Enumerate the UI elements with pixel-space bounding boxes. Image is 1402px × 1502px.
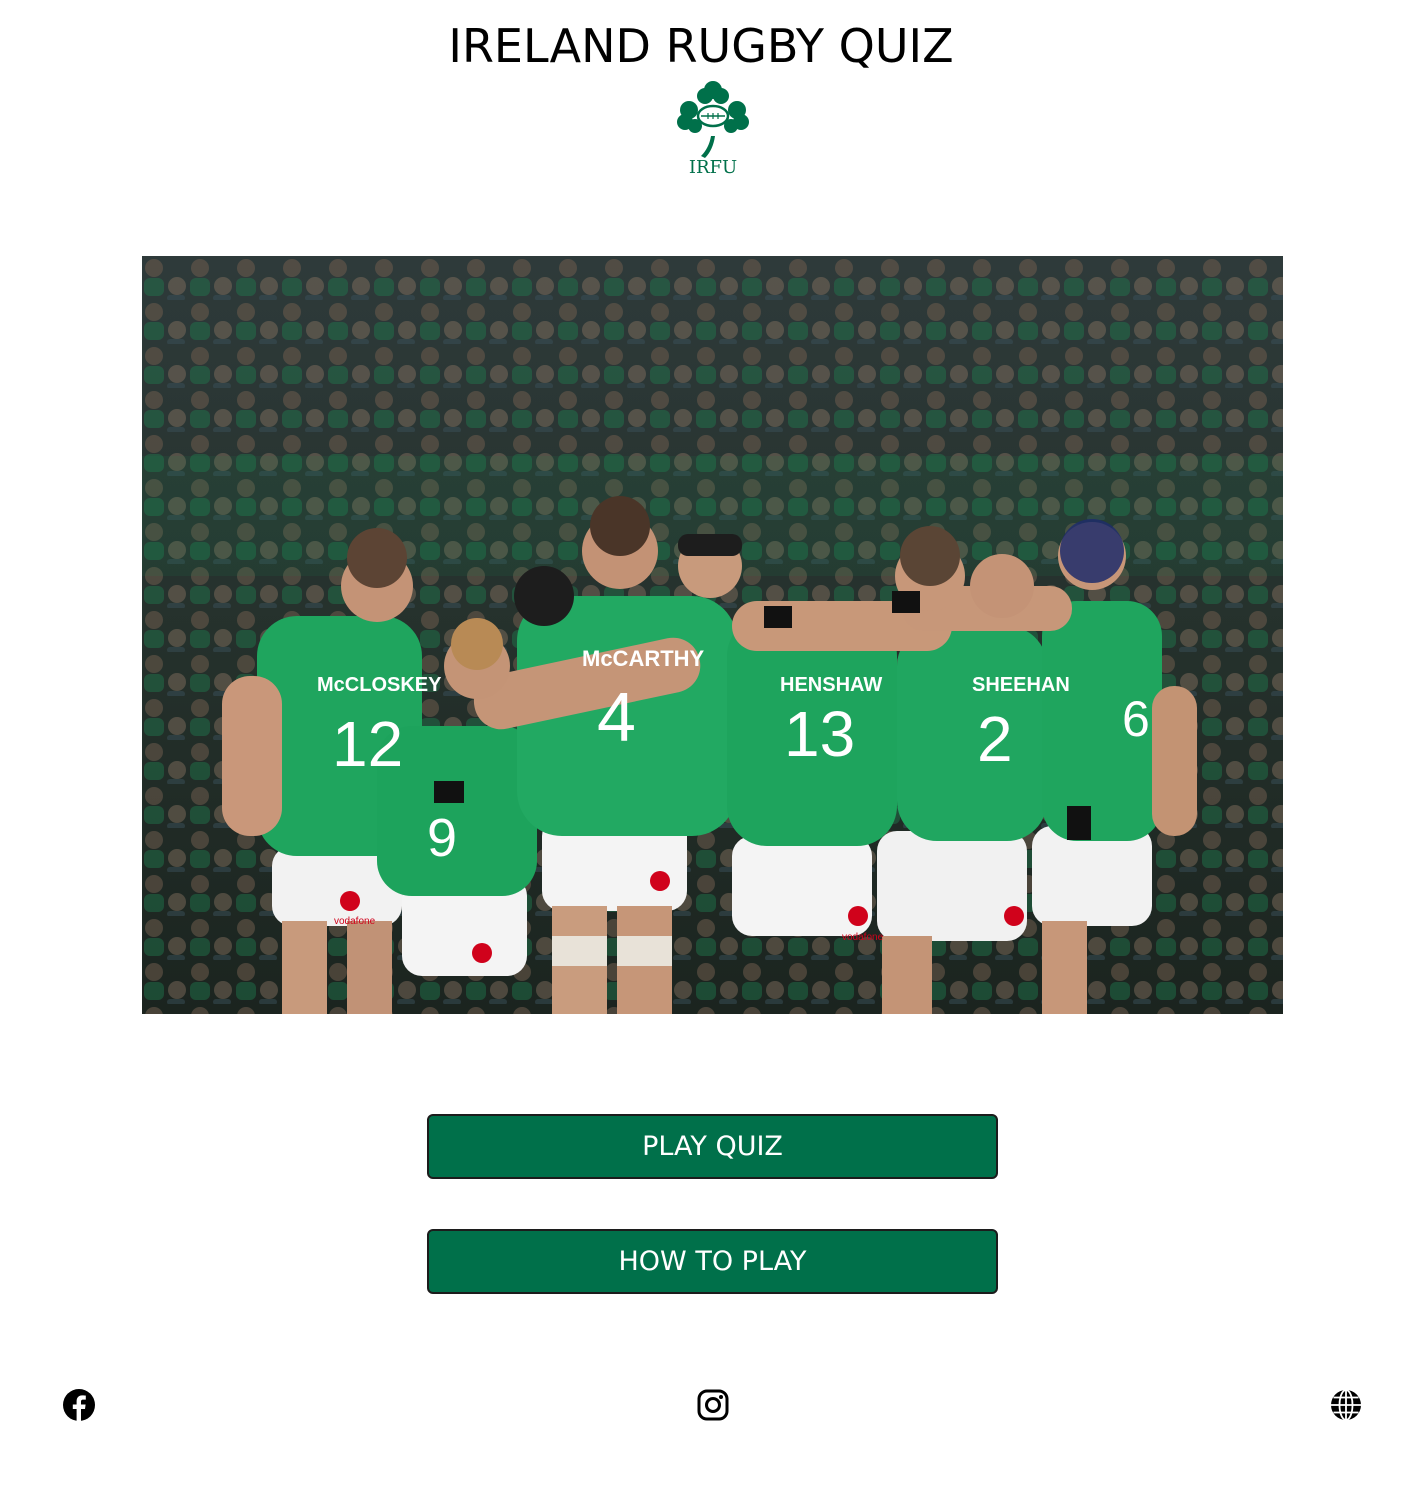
jersey-name: McCLOSKEY [317,674,442,696]
how-to-play-button[interactable]: HOW TO PLAY [427,1229,998,1294]
jersey-number: 13 [784,698,855,770]
jersey-number: 2 [977,703,1013,775]
instagram-icon[interactable] [696,1388,730,1422]
jersey-name: McCARTHY [582,646,705,671]
sponsor-text: vodafone [334,916,376,927]
globe-icon[interactable] [1329,1388,1363,1422]
play-quiz-button[interactable]: PLAY QUIZ [427,1114,998,1179]
page-title: IRELAND RUGBY QUIZ [448,19,954,73]
shamrock-icon: IRFU [677,81,749,176]
sponsor-text: vodafone [842,932,884,943]
jersey-number: 9 [427,808,457,868]
jersey-name: HENSHAW [780,674,882,696]
jersey-number: 6 [1122,691,1150,747]
logo-text: IRFU [689,157,737,176]
team-huddle-photo: McCLOSKEY McCARTHY HENSHAW SHEEHAN 12 4 … [142,256,1283,1014]
jersey-number: 4 [597,678,636,756]
facebook-icon[interactable] [62,1388,96,1422]
jersey-number: 12 [332,708,403,780]
jersey-name: SHEEHAN [972,674,1070,696]
irfu-logo: IRFU [671,76,755,176]
